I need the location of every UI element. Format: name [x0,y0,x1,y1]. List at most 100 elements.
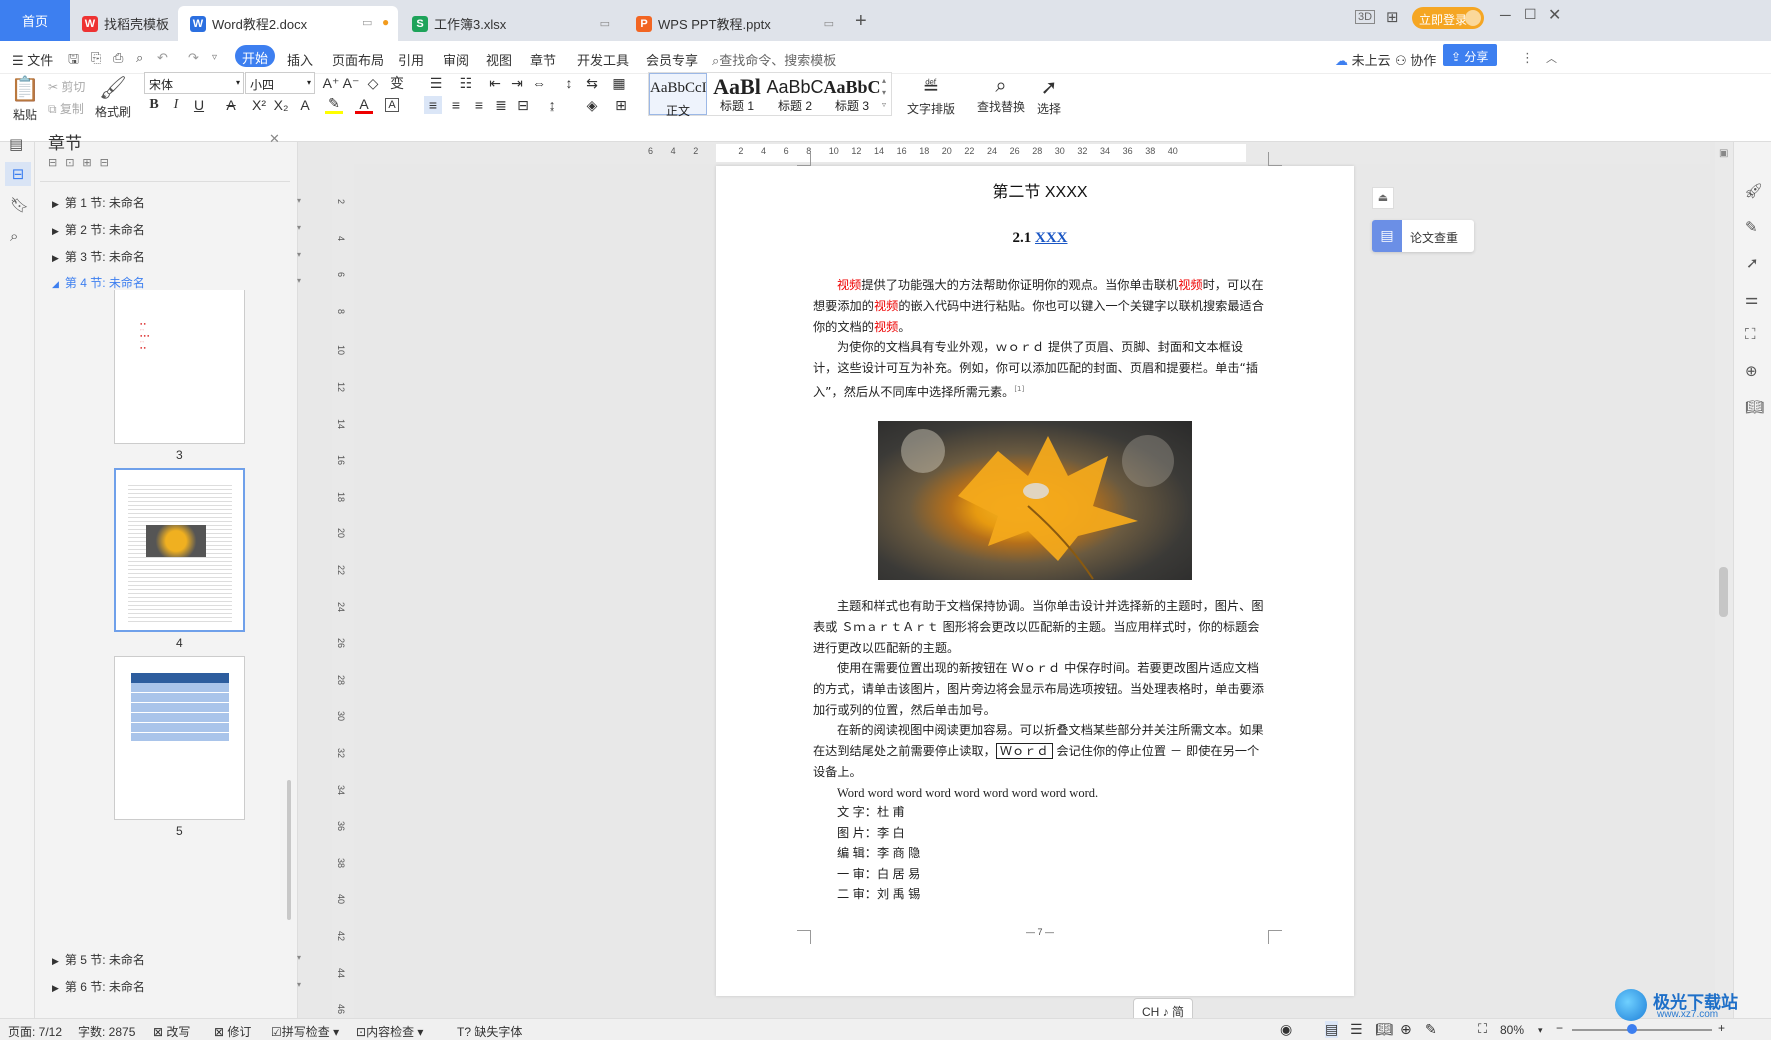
paragraph-5[interactable]: 在新的阅读视图中阅读更加容易。可以折叠文档某些部分并关注所需文本。如果在达到结尾… [813,720,1267,783]
content-check-button[interactable]: ⊡内容检查 ▾ [356,1023,423,1040]
new-tab-button[interactable]: + [855,10,867,33]
eye-protection-icon[interactable]: ◉ [1280,1021,1292,1038]
print-icon[interactable]: ⎙ [113,50,123,66]
select-button[interactable]: ➚ 选择 [1037,75,1061,117]
style-heading1[interactable]: AaBl 标题 1 [708,73,766,115]
text-effect-icon[interactable]: A [296,96,314,114]
paragraph-6[interactable]: Word word word word word word word word … [813,783,1267,804]
login-button[interactable]: 立即登录 [1412,7,1484,29]
style-normal[interactable]: AaBbCcI 正文 [649,73,707,118]
tab-templates[interactable]: W 找稻壳模板 [70,6,175,41]
style-heading3[interactable]: AaBbC 标题 3 [823,73,881,115]
zoom-slider[interactable] [1572,1029,1712,1031]
navigation-icon[interactable]: ▤ [9,135,23,153]
more-icon[interactable]: ⋮ [1521,50,1534,66]
superscript-icon[interactable]: X² [250,96,268,114]
page-thumbnail-3[interactable]: ● ● ◦ ◦ ● ● ● ◦ ◦ ● ● [114,290,245,444]
bullets-icon[interactable]: ☰ [427,74,445,92]
monitor-icon[interactable]: ▭ [362,16,372,29]
chevron-down-icon[interactable]: ▾ [1538,1025,1543,1036]
format-painter-button[interactable]: 🖌 格式刷 [95,75,131,120]
section-item-active[interactable]: ◢ 第 4 节: 未命名 ▾ [52,274,301,291]
tab-word-doc[interactable]: W Word教程2.docx ▭ ● [178,6,398,41]
paragraph-1[interactable]: 视频提供了功能强大的方法帮助你证明你的观点。当你单击联机视频时，可以在想要添加的… [813,275,1267,338]
numbering-icon[interactable]: ☷ [457,74,475,92]
chinese-layout-icon[interactable]: ⇔ [530,74,548,92]
3d-icon[interactable]: 3D [1355,10,1376,24]
pointer-icon[interactable]: ➚ [1746,254,1759,272]
clear-format-icon[interactable]: ◇ [364,74,382,92]
search-icon[interactable]: ⌕ [10,228,18,245]
paragraph-2[interactable]: 为使你的文档具有专业外观，ｗｏｒｄ 提供了页眉、页脚、封面和文本框设计，这些设计… [813,337,1267,403]
highlight-icon[interactable]: ✎ [325,95,343,114]
style-heading2[interactable]: AaBbC 标题 2 [766,73,824,115]
menu-page-layout[interactable]: 页面布局 [332,50,384,69]
increase-indent-icon[interactable]: ⇥ [508,74,526,92]
scroll-up-icon[interactable]: ▣ [1719,148,1728,159]
align-center-icon[interactable]: ≡ [447,96,465,114]
paste-button[interactable]: 📋 粘贴 [10,75,40,123]
cut-button[interactable]: ✂ 剪切 [48,78,85,95]
pen-icon[interactable]: ✎ [1745,218,1758,236]
borders-icon[interactable]: ⊞ [612,96,630,114]
paragraph-direction-icon[interactable]: ⇆ [583,74,601,92]
grow-font-icon[interactable]: A⁺ [322,74,340,92]
pen-mode-icon[interactable]: ✎ [1425,1021,1437,1038]
panel-scrollbar[interactable] [287,780,291,920]
vertical-ruler[interactable]: 2 4 6 8 10 12 14 16 18 20 22 24 26 28 30 32 34 36 38 40 42 44… [332,164,354,1018]
char-border-icon[interactable]: A [385,98,399,112]
monitor-icon[interactable]: ▭ [824,17,834,30]
cloud-status[interactable]: ☁ 未上云 [1335,50,1391,69]
redo-icon[interactable]: ↷ [188,50,199,66]
overwrite-toggle[interactable]: ⊠ 改写 [153,1023,190,1040]
chevron-down-icon[interactable]: ▾ [297,980,301,989]
document-scrollbar[interactable]: ▣ [1715,142,1733,1018]
close-panel-icon[interactable]: ✕ [269,131,280,147]
paragraph-3[interactable]: 主题和样式也有助于文档保持协调。当你单击设计并选择新的主题时，图片、图表或 Ｓｍ… [813,596,1267,659]
phonetic-icon[interactable]: 变 [388,74,406,92]
style-scroll-icon[interactable]: ▴ ▾ ▿ [882,75,886,111]
page-view-icon[interactable]: ▤ [1325,1021,1339,1038]
zoom-slider-thumb[interactable] [1627,1024,1637,1034]
zoom-level[interactable]: 80% [1500,1023,1524,1037]
text-layout-button[interactable]: ≝ 文字排版 [907,75,955,117]
book-icon[interactable]: 📖︎ [1745,398,1764,416]
panel-tools[interactable]: ⊟⊡⊞⊟ [48,156,117,169]
close-window-button[interactable]: ✕ [1548,5,1561,25]
page-thumbnail-5[interactable] [114,656,245,820]
distributed-icon[interactable]: ⊟ [514,96,532,114]
save-icon[interactable]: 🖫 [68,50,79,72]
underline-icon[interactable]: U [190,96,208,114]
page-indicator[interactable]: 页面: 7/12 [8,1023,62,1040]
share-button[interactable]: ⇪ 分享 [1443,44,1497,66]
font-family-select[interactable]: 宋体 ▾ [144,72,244,94]
web-view-icon[interactable]: ⊕ [1400,1021,1412,1038]
fit-page-icon[interactable]: ⛶ [1478,1021,1487,1037]
location-icon[interactable]: ⊕ [1745,362,1758,380]
justify-icon[interactable]: ≣ [492,96,510,114]
shrink-font-icon[interactable]: A⁻ [342,74,360,92]
plagiarism-check-button[interactable]: ▤ 论文查重 [1372,220,1474,252]
section-item[interactable]: ▶ 第 6 节: 未命名 ▾ [52,978,301,995]
chevron-down-icon[interactable]: ▾ [297,250,301,259]
bookmark-icon[interactable]: 🔖︎ [10,196,29,214]
find-replace-button[interactable]: ⌕ 查找替换 [977,75,1025,115]
menu-developer[interactable]: 开发工具 [577,50,629,69]
outline-view-icon[interactable]: ☰ [1350,1021,1363,1038]
section-item[interactable]: ▶ 第 1 节: 未命名 ▾ [52,194,301,211]
font-size-select[interactable]: 小四 ▾ [245,72,315,94]
menu-start[interactable]: 开始 [235,45,275,67]
tab-home[interactable]: 首页 [0,0,70,41]
horizontal-ruler[interactable]: 6 4 2 2 4 6 8 10 12 14 16 18 20 22 24 26 28 30 32 34 36 38 40 [330,142,1710,164]
menu-member[interactable]: 会员专享 [646,50,698,69]
sections-panel-icon[interactable]: ⊟ [5,162,31,186]
menu-references[interactable]: 引用 [398,50,424,69]
section-item[interactable]: ▶ 第 3 节: 未命名 ▾ [52,248,301,265]
decrease-indent-icon[interactable]: ⇤ [486,74,504,92]
menu-insert[interactable]: 插入 [287,50,313,69]
shading-icon[interactable]: ◈ [583,96,601,114]
subscript-icon[interactable]: X₂ [272,96,290,114]
table-grid-icon[interactable]: ▦ [610,74,628,92]
heading-link[interactable]: XXX [1035,230,1068,246]
minimize-button[interactable]: ─ [1500,7,1511,24]
